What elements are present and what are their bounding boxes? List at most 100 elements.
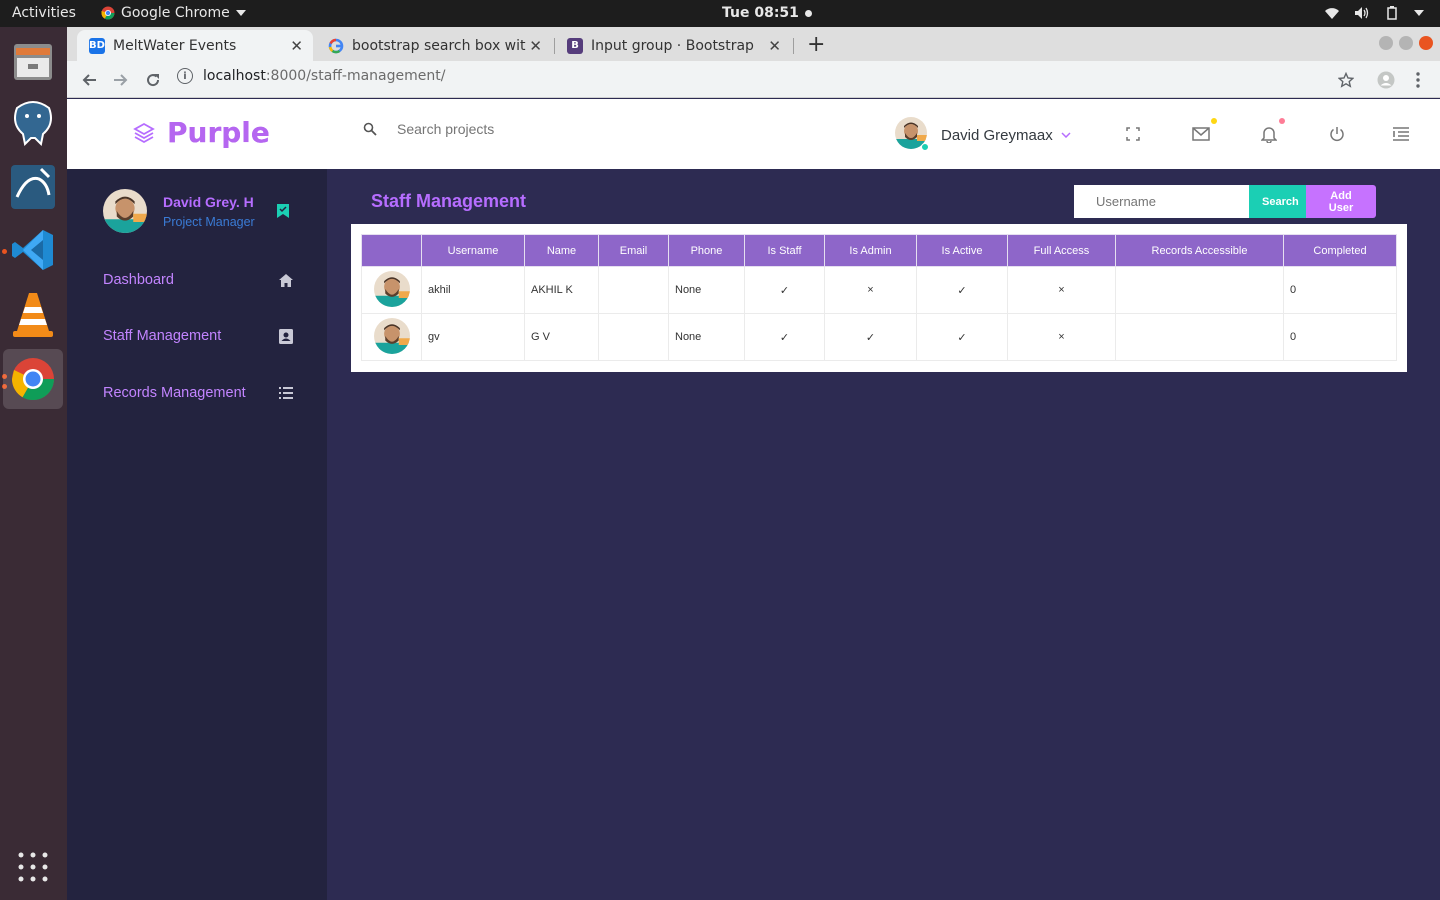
close-icon[interactable]: ✕ bbox=[768, 37, 781, 55]
close-icon[interactable]: ✕ bbox=[529, 37, 542, 55]
sidebar-item-staff-management[interactable]: Staff Management bbox=[103, 328, 293, 344]
clock[interactable]: Tue 08:51 bbox=[722, 5, 812, 21]
sidebar-item-label: Dashboard bbox=[103, 272, 174, 288]
battery-icon bbox=[1384, 5, 1400, 21]
sidebar-profile[interactable]: David Grey. H Project Manager bbox=[103, 189, 289, 233]
chevron-down-icon bbox=[1414, 10, 1424, 16]
new-tab-button[interactable]: + bbox=[807, 32, 825, 57]
cell-is-active: ✓ bbox=[916, 313, 1008, 361]
pgadmin-icon[interactable] bbox=[3, 92, 63, 152]
files-icon[interactable] bbox=[3, 32, 63, 92]
sidebar-item-dashboard[interactable]: Dashboard bbox=[103, 272, 293, 288]
chrome-dock-icon[interactable] bbox=[3, 349, 63, 409]
app-menu-label: Google Chrome bbox=[121, 5, 230, 21]
column-header-completed: Completed bbox=[1283, 234, 1397, 267]
window-close-icon[interactable] bbox=[1419, 36, 1433, 50]
notification-dot-icon bbox=[804, 9, 812, 17]
url-host: localhost bbox=[203, 68, 266, 84]
site-favicon-icon: BD bbox=[89, 37, 105, 54]
cell-full-access: × bbox=[1007, 266, 1116, 314]
page-title: Staff Management bbox=[371, 191, 527, 211]
table-row[interactable]: gv G V None ✓ ✓ ✓ × 0 bbox=[361, 313, 1397, 361]
volume-icon bbox=[1354, 5, 1370, 21]
bookmark-star-icon[interactable] bbox=[1334, 68, 1358, 92]
cell-phone: None bbox=[668, 313, 745, 361]
close-icon[interactable]: ✕ bbox=[290, 37, 303, 55]
table-header-row: Username Name Email Phone Is Staff Is Ad… bbox=[361, 234, 1397, 267]
cell-is-staff: ✓ bbox=[744, 313, 825, 361]
browser-window: BD MeltWater Events ✕ bootstrap search b… bbox=[67, 27, 1440, 900]
browser-toolbar: i localhost:8000/staff-management/ bbox=[67, 61, 1440, 98]
app-menu[interactable]: Google Chrome bbox=[101, 5, 246, 21]
cell-name: AKHIL K bbox=[524, 266, 599, 314]
vscode-icon[interactable] bbox=[3, 220, 63, 280]
address-bar[interactable]: i localhost:8000/staff-management/ bbox=[177, 68, 445, 84]
table-row[interactable]: akhil AKHIL K None ✓ × ✓ × 0 bbox=[361, 266, 1397, 314]
search-button[interactable]: Search bbox=[1249, 185, 1306, 218]
profile-avatar-icon[interactable] bbox=[1374, 68, 1398, 92]
cell-completed: 0 bbox=[1283, 266, 1397, 314]
cell-records-accessible bbox=[1115, 313, 1284, 361]
menu-kebab-icon[interactable] bbox=[1406, 68, 1430, 92]
minimize-icon[interactable] bbox=[1379, 36, 1393, 50]
bookmark-check-icon bbox=[276, 204, 289, 218]
activities-button[interactable]: Activities bbox=[12, 5, 76, 21]
mysql-workbench-icon[interactable] bbox=[3, 157, 63, 217]
back-icon[interactable] bbox=[77, 68, 101, 92]
layers-icon bbox=[133, 122, 155, 143]
cell-is-active: ✓ bbox=[916, 266, 1008, 314]
app-grid-icon[interactable] bbox=[3, 837, 63, 897]
system-tray[interactable] bbox=[1324, 5, 1424, 21]
cell-name: G V bbox=[524, 313, 599, 361]
list-icon bbox=[279, 387, 293, 399]
clock-label: Tue 08:51 bbox=[722, 5, 799, 21]
tab-bootstrap-search[interactable]: bootstrap search box wit ✕ bbox=[316, 30, 552, 61]
forward-icon[interactable] bbox=[109, 68, 133, 92]
system-top-bar: Activities Google Chrome Tue 08:51 bbox=[0, 0, 1440, 27]
info-icon[interactable]: i bbox=[177, 68, 193, 84]
tab-meltwater-events[interactable]: BD MeltWater Events ✕ bbox=[77, 30, 313, 61]
user-search-group: Search Add User bbox=[1074, 185, 1376, 218]
column-header-avatar bbox=[361, 234, 422, 267]
cell-email bbox=[598, 313, 669, 361]
url-path: :8000/staff-management/ bbox=[265, 68, 446, 84]
cell-username: gv bbox=[421, 313, 525, 361]
add-user-button[interactable]: Add User bbox=[1306, 185, 1376, 218]
cell-is-admin: × bbox=[824, 266, 917, 314]
home-icon bbox=[279, 273, 293, 287]
tab-title: MeltWater Events bbox=[113, 37, 237, 54]
vlc-icon[interactable] bbox=[3, 285, 63, 345]
cell-records-accessible bbox=[1115, 266, 1284, 314]
column-header-full-access: Full Access bbox=[1007, 234, 1116, 267]
column-header-is-active: Is Active bbox=[916, 234, 1008, 267]
cell-email bbox=[598, 266, 669, 314]
profile-name: David Greymaax bbox=[941, 126, 1053, 144]
chevron-down-icon bbox=[1061, 132, 1071, 138]
sidebar-item-records-management[interactable]: Records Management bbox=[103, 385, 293, 401]
sidebar-item-label: Records Management bbox=[103, 385, 246, 401]
fullscreen-icon[interactable] bbox=[1123, 124, 1143, 144]
bell-icon[interactable] bbox=[1259, 118, 1285, 144]
mail-icon[interactable] bbox=[1191, 118, 1217, 144]
column-header-email: Email bbox=[598, 234, 669, 267]
column-header-username: Username bbox=[421, 234, 525, 267]
maximize-icon[interactable] bbox=[1399, 36, 1413, 50]
contact-icon bbox=[279, 329, 293, 344]
tab-divider bbox=[793, 38, 794, 54]
cell-is-staff: ✓ bbox=[744, 266, 825, 314]
avatar bbox=[895, 117, 929, 153]
tab-input-group-bootstrap[interactable]: B Input group · Bootstrap ✕ bbox=[555, 30, 791, 61]
username-search-input[interactable] bbox=[1074, 185, 1249, 218]
notification-badge-icon bbox=[1279, 118, 1285, 124]
reload-icon[interactable] bbox=[141, 68, 165, 92]
menu-toggle-icon[interactable] bbox=[1391, 124, 1411, 144]
row-avatar-cell bbox=[361, 266, 422, 314]
profile-dropdown[interactable]: David Greymaax bbox=[895, 117, 1071, 153]
online-status-icon bbox=[921, 143, 929, 151]
brand-logo[interactable]: Purple bbox=[133, 116, 270, 149]
power-icon[interactable] bbox=[1327, 124, 1347, 144]
wifi-icon bbox=[1324, 5, 1340, 21]
chrome-icon bbox=[101, 6, 115, 20]
staff-table-card: Username Name Email Phone Is Staff Is Ad… bbox=[351, 224, 1407, 372]
search-projects-input[interactable] bbox=[397, 121, 597, 137]
